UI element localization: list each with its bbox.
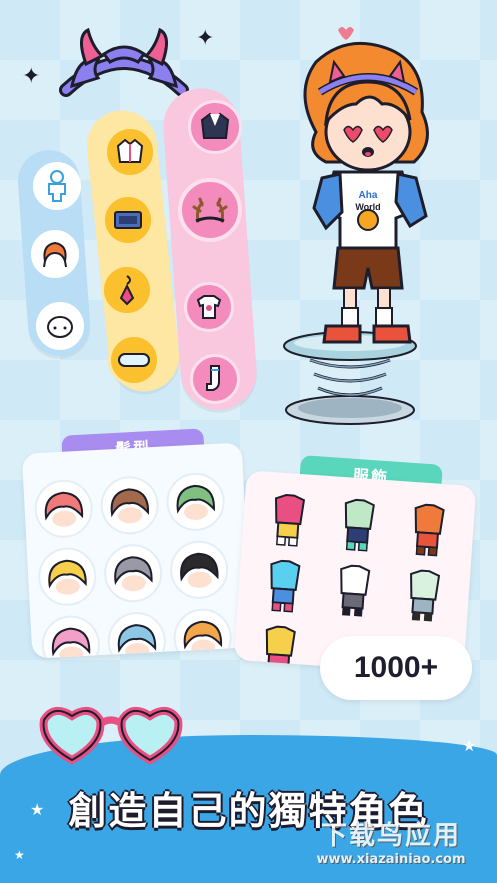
outfit-icon — [270, 559, 301, 613]
hair-option[interactable] — [102, 542, 164, 604]
sparkle-icon: ✦ — [196, 26, 215, 51]
earring-category-button[interactable] — [101, 264, 153, 316]
outfit-icon — [410, 569, 441, 622]
outfit-icon — [414, 503, 445, 557]
star-icon: ★ — [462, 736, 477, 755]
heart-glasses-icon — [39, 706, 183, 765]
hair-option[interactable] — [106, 610, 168, 659]
sock-category-button[interactable] — [190, 354, 240, 404]
outfit-count-badge: 1000+ — [320, 636, 472, 700]
hair-style-icon — [48, 559, 87, 595]
body-icon — [48, 170, 66, 202]
hair-style-icon — [110, 488, 150, 524]
hair-option[interactable] — [168, 539, 230, 601]
antlers-icon — [192, 197, 228, 223]
svg-text:Aha: Aha — [359, 190, 378, 201]
outfit-icon — [340, 564, 371, 617]
hair-style-icon — [114, 556, 153, 592]
jacket-icon — [116, 138, 144, 163]
jacket-category-button[interactable] — [104, 126, 156, 178]
hair-icon — [43, 241, 67, 268]
earring-icon — [119, 275, 135, 306]
star-icon: ★ — [14, 848, 25, 862]
outfit-option[interactable] — [321, 560, 387, 622]
svg-text:World: World — [355, 202, 380, 212]
outfit-option[interactable] — [256, 489, 322, 551]
hair-category-button[interactable] — [31, 230, 79, 278]
sparkle-icon: ✦ — [22, 64, 41, 89]
outfit-icon — [275, 494, 306, 547]
hair-option[interactable] — [40, 614, 102, 659]
face-category-button[interactable] — [36, 302, 84, 350]
outfit-option[interactable] — [325, 494, 391, 556]
body-category-button[interactable] — [33, 162, 81, 210]
cardigan-category-button[interactable] — [188, 100, 242, 154]
hair-style-icon — [51, 627, 91, 659]
character-avatar: Aha World — [303, 27, 429, 344]
outfit-option[interactable] — [395, 499, 461, 561]
watermark-title: 下载鸟应用 — [320, 821, 461, 851]
hair-option[interactable] — [99, 474, 161, 536]
hair-option[interactable] — [33, 478, 95, 540]
hair-style-icon — [176, 484, 215, 520]
hair-style-icon — [44, 491, 84, 527]
hair-option[interactable] — [36, 546, 98, 608]
hair-style-icon — [180, 552, 219, 588]
tshirt-icon — [196, 295, 222, 319]
sock-icon — [206, 365, 220, 391]
cardigan-icon — [200, 112, 230, 139]
hair-option[interactable] — [165, 471, 227, 533]
outfit-option[interactable] — [251, 555, 317, 617]
watermark: 下载鸟应用 www.xiazainiao.com — [291, 815, 491, 877]
glasses-category-button[interactable] — [108, 334, 160, 386]
tshirt-category-button[interactable] — [184, 282, 234, 332]
hair-panel — [21, 442, 253, 659]
face-icon — [47, 316, 73, 338]
devil-headband-icon — [59, 27, 189, 97]
sofa-icon — [114, 211, 142, 229]
glasses-icon — [118, 353, 150, 367]
outfit-icon — [344, 498, 375, 552]
watermark-url: www.xiazainiao.com — [316, 852, 466, 867]
antlers-category-button[interactable] — [178, 178, 242, 242]
outfit-option[interactable] — [391, 565, 457, 627]
sofa-category-button[interactable] — [102, 194, 154, 246]
